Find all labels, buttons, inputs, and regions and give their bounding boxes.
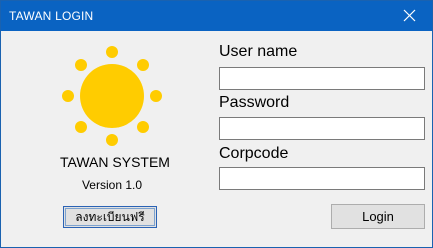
register-button[interactable]: ลงทะเบียนฟรี xyxy=(63,206,157,228)
title-bar[interactable]: TAWAN LOGIN xyxy=(1,1,432,31)
close-icon xyxy=(403,9,416,22)
username-input[interactable] xyxy=(219,67,425,90)
login-window: TAWAN LOGIN TAWAN SYSTEM Version 1.0 ลงท… xyxy=(0,0,433,248)
window-title: TAWAN LOGIN xyxy=(9,9,94,23)
password-label: Password xyxy=(219,94,290,111)
login-button[interactable]: Login xyxy=(331,204,425,229)
password-input[interactable] xyxy=(219,117,425,140)
app-version: Version 1.0 xyxy=(81,178,143,192)
sun-icon xyxy=(62,46,162,146)
username-label: User name xyxy=(219,43,298,60)
app-name: TAWAN SYSTEM xyxy=(60,154,170,170)
corpcode-input[interactable] xyxy=(219,167,425,190)
corpcode-label: Corpcode xyxy=(219,145,289,162)
close-button[interactable] xyxy=(388,1,432,31)
